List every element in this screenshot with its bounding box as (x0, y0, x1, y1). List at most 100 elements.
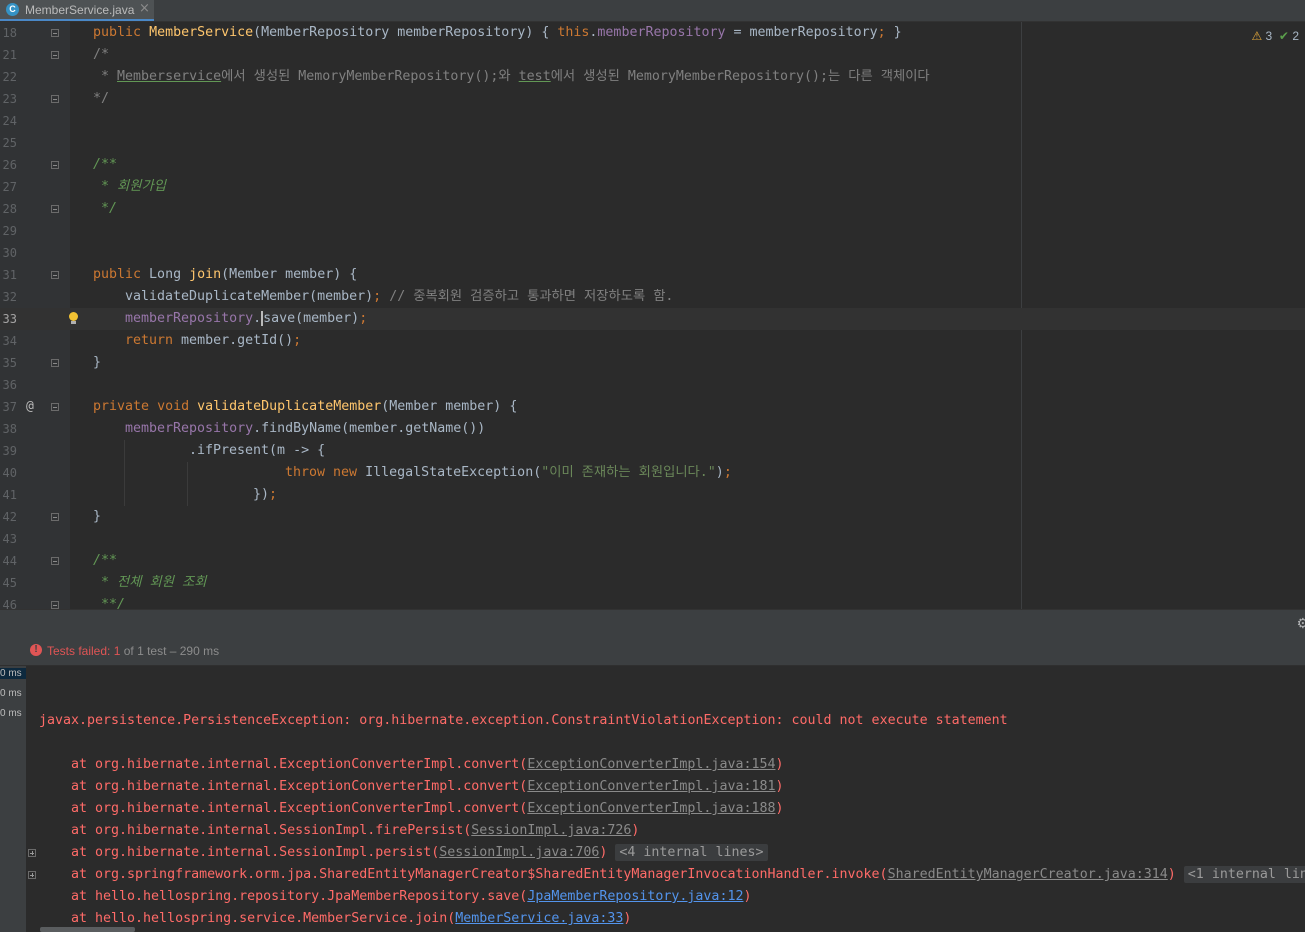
line-number: 38 (2, 422, 17, 436)
token: test (518, 69, 551, 84)
token: (Member member) (381, 399, 510, 414)
tab-label: MemberService.java (25, 3, 135, 17)
test-tree-item[interactable]: 0 ms (0, 708, 26, 719)
code-line[interactable]: }); (0, 484, 1305, 506)
token: 에서 생성된 MemoryMemberRepository();는 다른 객체이… (550, 69, 930, 84)
code-line[interactable]: public MemberService(MemberRepository me… (0, 22, 1305, 44)
annotation-gutter-icon[interactable]: @ (26, 396, 34, 418)
fold-toggle-icon[interactable] (51, 513, 59, 521)
line-number: 25 (2, 136, 17, 150)
stack-frame: at org.hibernate.internal.ExceptionConve… (71, 798, 784, 820)
test-tree[interactable]: 0 ms 0 ms 0 ms (0, 666, 26, 932)
token: { (541, 25, 550, 40)
code-line[interactable]: public Long join(Member member) { (0, 264, 1305, 286)
code-line[interactable]: * 전체 회원 조회 (0, 572, 1305, 594)
fold-toggle-icon[interactable] (51, 601, 59, 609)
code-line[interactable]: * 회원가입 (0, 176, 1305, 198)
test-status-text: Tests failed: 1 of 1 test – 290 ms (47, 644, 219, 658)
token: public (93, 267, 142, 282)
source-link[interactable]: JpaMemberRepository.java:12 (527, 889, 743, 904)
code-line[interactable]: } (0, 352, 1305, 374)
test-duration: 0 ms (0, 668, 22, 679)
token: "이미 존재하는 회원입니다." (541, 465, 716, 480)
fold-toggle-icon[interactable] (51, 557, 59, 565)
source-link[interactable]: ExceptionConverterImpl.java:181 (527, 779, 775, 794)
console-output[interactable]: javax.persistence.PersistenceException: … (26, 666, 1305, 932)
expand-icon[interactable] (28, 849, 36, 857)
code-line[interactable]: **/ (0, 594, 1305, 609)
token: } (93, 355, 102, 370)
expand-icon[interactable] (28, 871, 36, 879)
source-link[interactable]: MemberService.java:33 (455, 911, 623, 926)
fold-toggle-icon[interactable] (51, 403, 59, 411)
stack-frame: at org.hibernate.internal.ExceptionConve… (71, 754, 784, 776)
code-line[interactable]: return member.getId(); (0, 330, 1305, 352)
gear-icon[interactable]: ⚙ (1296, 616, 1305, 632)
token: ; (293, 333, 302, 348)
source-link[interactable]: ExceptionConverterImpl.java:188 (527, 801, 775, 816)
code-line[interactable]: /** (0, 154, 1305, 176)
source-link[interactable]: ExceptionConverterImpl.java:154 (527, 757, 775, 772)
code-line[interactable]: /* (0, 44, 1305, 66)
token: 에서 생성된 MemoryMemberRepository();와 (221, 69, 519, 84)
token: this (557, 25, 590, 40)
status-rest: of 1 test – 290 ms (120, 644, 220, 658)
fold-toggle-icon[interactable] (51, 161, 59, 169)
token: } (93, 509, 102, 524)
frame-close: ) (623, 911, 632, 926)
fold-toggle-icon[interactable] (51, 271, 59, 279)
token: ; (359, 311, 368, 326)
lightbulb-icon[interactable] (68, 312, 78, 324)
code-line[interactable]: } (0, 506, 1305, 528)
token: * 회원가입 (93, 179, 166, 194)
frame-method: at org.hibernate.internal.ExceptionConve… (71, 801, 528, 816)
error-icon: ! (30, 644, 42, 656)
code-line-current[interactable]: memberRepository. save(member); (0, 308, 1305, 330)
code-line[interactable]: /** (0, 550, 1305, 572)
code-line[interactable]: validateDuplicateMember(member); // 중복회원… (0, 286, 1305, 308)
token: ; (269, 487, 278, 502)
line-number: 29 (2, 224, 17, 238)
internal-lines-fold[interactable]: <4 internal lines> (615, 844, 768, 861)
internal-lines-fold[interactable]: <1 internal lin (1183, 866, 1305, 883)
fold-toggle-icon[interactable] (51, 29, 59, 37)
token: new (333, 465, 358, 480)
line-number: 41 (2, 488, 17, 502)
token: ) (715, 465, 724, 480)
code-line[interactable]: */ (0, 198, 1305, 220)
code-line[interactable]: .ifPresent(m -> { (0, 440, 1305, 462)
token: * (93, 69, 118, 84)
token: /** (93, 157, 118, 172)
token: { (509, 399, 518, 414)
fold-toggle-icon[interactable] (51, 95, 59, 103)
stack-frame: at hello.hellospring.service.MemberServi… (71, 908, 631, 930)
fold-toggle-icon[interactable] (51, 205, 59, 213)
token: IllegalStateException( (357, 465, 542, 480)
line-number: 42 (2, 510, 17, 524)
stack-frame: at org.hibernate.internal.SessionImpl.pe… (71, 842, 768, 864)
token: * 전체 회원 조회 (93, 575, 207, 590)
code-line[interactable]: private void validateDuplicateMember(Mem… (0, 396, 1305, 418)
source-link[interactable]: SessionImpl.java:726 (471, 823, 631, 838)
horizontal-scrollbar[interactable] (40, 927, 135, 932)
line-number: 30 (2, 246, 17, 260)
code-line[interactable]: throw new IllegalStateException("이미 존재하는… (0, 462, 1305, 484)
code-line[interactable]: */ (0, 88, 1305, 110)
stack-frame: at org.hibernate.internal.ExceptionConve… (71, 776, 784, 798)
code-editor[interactable]: ⚠ 3 ✔ 2 public MemberService(MemberRepos… (0, 22, 1305, 609)
lightbulb-base (71, 321, 76, 324)
test-tree-item[interactable]: 0 ms (0, 668, 26, 679)
token: Long (141, 267, 190, 282)
code-line[interactable]: memberRepository.findByName(member.getNa… (0, 418, 1305, 440)
code-line[interactable]: * Memberservice에서 생성된 MemoryMemberReposi… (0, 66, 1305, 88)
close-icon[interactable]: × (139, 1, 150, 16)
source-link[interactable]: SharedEntityManagerCreator.java:314 (888, 867, 1168, 882)
tab-member-service[interactable]: C MemberService.java × (0, 0, 154, 21)
frame-close: ) (631, 823, 640, 838)
fold-toggle-icon[interactable] (51, 51, 59, 59)
fold-toggle-icon[interactable] (51, 359, 59, 367)
source-link[interactable]: SessionImpl.java:706 (439, 845, 599, 860)
test-tree-item[interactable]: 0 ms (0, 688, 26, 699)
line-number: 45 (2, 576, 17, 590)
line-number: 22 (2, 70, 17, 84)
